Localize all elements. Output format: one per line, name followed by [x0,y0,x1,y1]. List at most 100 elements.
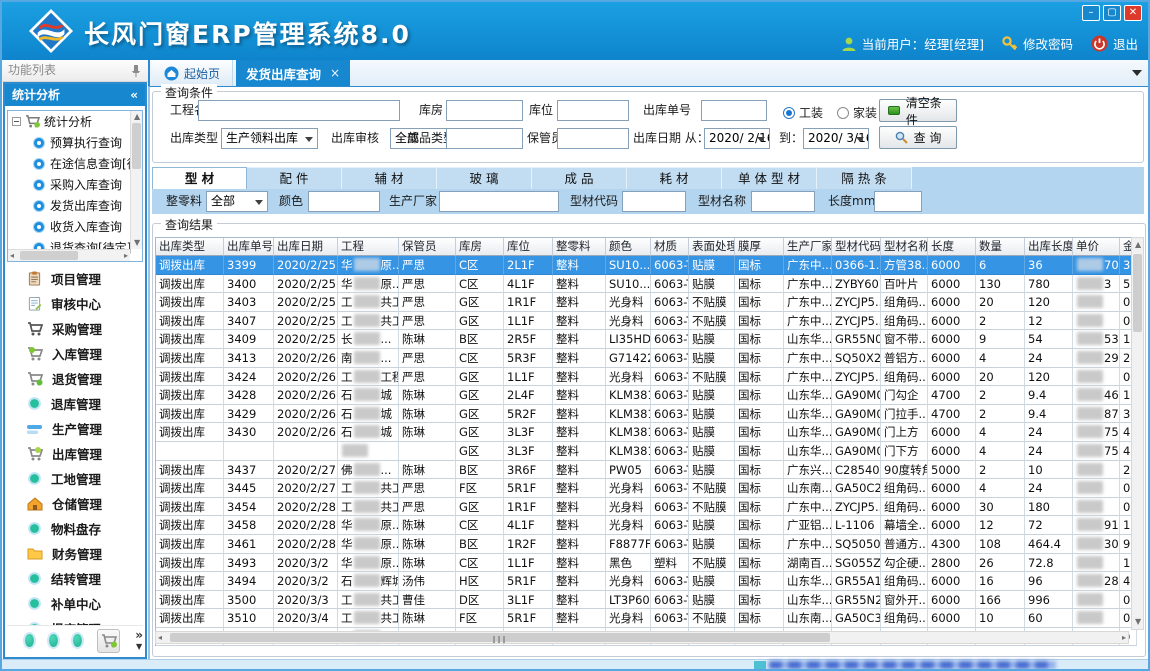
maximize-button[interactable]: ▢ [1103,5,1121,21]
sidebar-item-报废管理[interactable]: 报废管理 [7,616,143,625]
order-no-input[interactable] [701,100,767,121]
sidebar-item-退货管理[interactable]: 退货管理 [7,366,143,391]
tab-shipment-outbound-query[interactable]: 发货出库查询 × [236,60,350,86]
sidebar-item-出库管理[interactable]: 出库管理 [7,441,143,466]
table-row[interactable]: 调拨出库34612020/2/28华原...陈琳B区1R2F整料F8877FT6… [156,535,1136,554]
table-row[interactable]: 调拨出库34282020/2/26石城陈琳G区2L4F整料KLM38176063… [156,386,1136,405]
column-header-出库长度[interactable]: 出库长度 [1025,238,1073,256]
keeper-input[interactable] [557,128,629,149]
tree-vscroll-thumb[interactable] [132,123,141,169]
table-row[interactable]: 调拨出库34542020/2/28工共工程严思G区1R1F整料光身料6063-T… [156,498,1136,517]
sidebar-item-结转管理[interactable]: 结转管理 [7,566,143,591]
sidebar-item-工地管理[interactable]: 工地管理 [7,466,143,491]
tree-item-发货出库查询[interactable]: 发货出库查询 [8,195,142,216]
table-row[interactable]: 调拨出库34032020/2/25工共工程严思G区1R1F整料光身料6063-T… [156,293,1136,312]
date-from-select[interactable]: 2020/ 2/16 [704,128,770,149]
scroll-right-icon[interactable]: ▸ [1122,632,1126,644]
radio-home[interactable]: 家装 [837,104,877,121]
column-header-出库日期[interactable]: 出库日期 [274,238,338,256]
tree-item-在途信息查询[待[interactable]: 在途信息查询[待 [8,153,142,174]
table-row[interactable]: 调拨出库34932020/3/2华原...陈琳C区1L1F整料黑色塑料不贴膜国标… [156,554,1136,573]
sidebar-item-项目管理[interactable]: 项目管理 [7,266,143,291]
table-row[interactable]: 调拨出库34092020/2/25长...陈琳B区2R5F整料LI35HD606… [156,330,1136,349]
date-to-select[interactable]: 2020/ 3/16 [803,128,869,149]
column-header-颜色[interactable]: 颜色 [606,238,651,256]
column-header-工程[interactable]: 工程 [338,238,399,256]
length-input[interactable] [874,191,922,212]
table-vscroll-thumb[interactable] [1133,254,1142,332]
sidebar-item-生产管理[interactable]: 生产管理 [7,416,143,441]
table-row[interactable]: 调拨出库34292020/2/26石城陈琳G区5R2F整料KLM38176063… [156,405,1136,424]
warehouse-input[interactable] [446,100,523,121]
tree-hscroll-thumb[interactable] [20,251,78,260]
material-tab-玻璃[interactable]: 玻 璃 [437,167,532,189]
sidebar-item-退库管理[interactable]: 退库管理 [7,391,143,416]
tree-item-收货入库查询[interactable]: 收货入库查询 [8,216,142,237]
location-input[interactable] [557,100,629,121]
material-tab-配件[interactable]: 配 件 [247,167,342,189]
column-header-保管员[interactable]: 保管员 [399,238,456,256]
column-header-库房[interactable]: 库房 [456,238,504,256]
section-header-statistics[interactable]: 统计分析 « [5,84,145,106]
close-tab-icon[interactable]: × [330,66,340,80]
table-vertical-scrollbar[interactable]: ▲ ▼ [1131,237,1144,630]
material-tab-型材[interactable]: 型 材 [152,167,247,189]
sidebar-item-物料盘存[interactable]: 物料盘存 [7,516,143,541]
pin-icon[interactable] [130,64,142,78]
tree-root-statistics[interactable]: 统计分析 [8,111,142,132]
sidebar-item-入库管理[interactable]: 入库管理 [7,341,143,366]
sidebar-item-审核中心[interactable]: 审核中心 [7,291,143,316]
scroll-down-icon[interactable]: ▼ [1135,616,1141,628]
column-header-型材名称[interactable]: 型材名称 [881,238,928,256]
clear-conditions-button[interactable]: 清空条件 [879,99,957,122]
color-input[interactable] [308,191,380,212]
column-header-库位[interactable]: 库位 [504,238,553,256]
radio-engineering[interactable]: 工装 [783,104,823,121]
tab-list-dropdown-icon[interactable] [1132,70,1142,81]
table-row[interactable]: 调拨出库34372020/2/27佛...陈琳B区3R6F整料PW056063-… [156,461,1136,480]
column-header-单价[interactable]: 单价 [1073,238,1120,256]
table-row[interactable]: 调拨出库34242020/2/26工工程严思G区1L1F整料光身料6063-T5… [156,368,1136,387]
sidebar-item-补单中心[interactable]: 补单中心 [7,591,143,616]
scroll-up-icon[interactable]: ▲ [1135,239,1141,251]
material-tab-耗材[interactable]: 耗 材 [627,167,722,189]
table-row[interactable]: 调拨出库34132020/2/26南...严思C区5R3F整料G71422606… [156,349,1136,368]
column-header-生产厂家[interactable]: 生产厂家 [784,238,832,256]
toolbar-dot-icon[interactable] [25,634,34,647]
toolbar-more-button[interactable]: »▼ [135,630,143,652]
material-tab-成品[interactable]: 成 品 [532,167,627,189]
table-row[interactable]: 调拨出库35002020/3/3工共工程曹佳D区3L1F整料LT3P606063… [156,591,1136,610]
project-name-input[interactable] [198,100,400,121]
material-tab-隔热条[interactable]: 隔 热 条 [817,167,912,189]
tree-vertical-scrollbar[interactable]: ▲ ▼ [130,111,142,249]
profile-name-input[interactable] [751,191,815,212]
column-header-材质[interactable]: 材质 [651,238,689,256]
sidebar-item-财务管理[interactable]: 财务管理 [7,541,143,566]
scroll-left-icon[interactable]: ◂ [158,632,162,644]
table-row[interactable]: 调拨出库34452020/2/27工共工程严思F区5R1F整料光身料6063-T… [156,479,1136,498]
table-row[interactable]: 调拨出库34582020/2/28华原...陈琳C区4L1F整料光身料6063-… [156,516,1136,535]
column-header-数量[interactable]: 数量 [976,238,1025,256]
column-header-膜厚[interactable]: 膜厚 [735,238,784,256]
profile-code-input[interactable] [622,191,686,212]
column-header-型材代码[interactable]: 型材代码 [832,238,881,256]
close-button[interactable]: ✕ [1124,5,1142,21]
table-row[interactable]: G区3L3F整料KLM38176063-T5贴膜国标山东华...GA90M09.… [156,442,1136,461]
tree-item-预算执行查询[interactable]: 预算执行查询 [8,132,142,153]
whole-part-select[interactable]: 全部 [206,191,268,212]
logout-button[interactable]: 退出 [1091,34,1138,53]
column-header-出库类型[interactable]: 出库类型 [156,238,224,256]
table-row[interactable]: 调拨出库34942020/3/2石辉城汤伟H区5R1F整料光身料6063-T5贴… [156,572,1136,591]
change-password-button[interactable]: 修改密码 [1002,34,1073,53]
manufacturer-input[interactable] [439,191,559,212]
table-hscroll-thumb[interactable] [170,633,830,642]
column-header-整零料[interactable]: 整零料 [553,238,606,256]
toolbar-cart-button[interactable] [97,629,120,653]
sidebar-item-采购管理[interactable]: 采购管理 [7,316,143,341]
minimize-button[interactable]: – [1082,5,1100,21]
material-tab-单体型材[interactable]: 单 体 型 材 [722,167,817,189]
table-row[interactable]: 调拨出库35102020/3/4工共工程陈琳F区5R1F整料光身料6063-T5… [156,609,1136,628]
table-row[interactable]: 调拨出库33992020/2/25华原...严思C区2L1F整料SU10...6… [156,256,1136,275]
tree-horizontal-scrollbar[interactable]: ◂ ▸ [8,249,130,261]
sidebar-item-仓储管理[interactable]: 仓储管理 [7,491,143,516]
